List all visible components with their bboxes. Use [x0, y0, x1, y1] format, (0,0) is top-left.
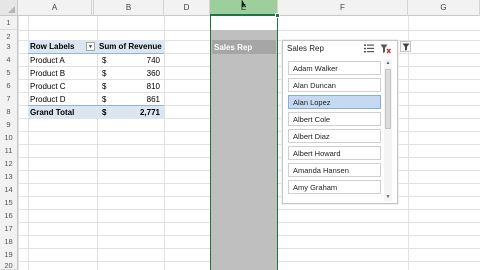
row-header-14[interactable]: 14: [0, 183, 18, 197]
row-header-16[interactable]: 16: [0, 209, 18, 223]
slicer-item[interactable]: Alan Duncan: [288, 78, 381, 92]
column-header-a[interactable]: A: [18, 0, 92, 16]
slicer-item[interactable]: Albert Howard: [288, 146, 381, 160]
row-header-11[interactable]: 11: [0, 144, 18, 158]
pivot-value[interactable]: 810: [112, 79, 160, 93]
pivot-sum-revenue-header[interactable]: Sum of Revenue: [97, 40, 164, 54]
row-header-1[interactable]: 1: [0, 16, 18, 30]
multi-select-icon[interactable]: [363, 43, 374, 54]
filter-glyph: [402, 43, 409, 50]
pivot-value[interactable]: 740: [112, 53, 160, 67]
pivot-value[interactable]: 861: [112, 92, 160, 106]
clear-filter-glyph: [380, 44, 391, 53]
gridline: [18, 16, 19, 270]
pivot-row-label[interactable]: Product C: [30, 79, 96, 93]
scroll-up-arrow-icon[interactable]: ▲: [384, 59, 392, 67]
slicer-item[interactable]: Amanda Hansen: [288, 163, 381, 177]
dropdown-arrow-icon: ▼: [88, 43, 93, 50]
pivot-currency: $: [102, 68, 107, 78]
pivot-row-labels-text: Row Labels: [30, 42, 75, 51]
scroll-thumb[interactable]: [385, 69, 391, 129]
column-header-g[interactable]: G: [408, 0, 480, 16]
cell-e1-e2[interactable]: [210, 16, 278, 30]
row-header-6[interactable]: 6: [0, 79, 18, 93]
pivot-value[interactable]: 360: [112, 66, 160, 80]
row-header-13[interactable]: 13: [0, 170, 18, 184]
selected-column-e[interactable]: [210, 16, 278, 270]
pivot-row-label[interactable]: Product B: [30, 66, 96, 80]
pivot-row-label[interactable]: Product D: [30, 92, 96, 106]
gridline: [28, 16, 29, 270]
sales-rep-slicer[interactable]: Sales Rep Adam Walker Alan Duncan Alan L…: [282, 40, 398, 204]
pivot-grand-total-value-cell[interactable]: $ 2,771: [97, 105, 164, 119]
row-header-20[interactable]: 20: [0, 261, 18, 270]
column-header-f[interactable]: F: [278, 0, 408, 16]
filter-icon[interactable]: [400, 41, 411, 52]
fill-handle[interactable]: [275, 13, 280, 18]
row-header-17[interactable]: 17: [0, 222, 18, 236]
pivot-currency: $: [102, 94, 107, 104]
pivot-currency: $: [102, 55, 107, 65]
slicer-item[interactable]: Albert Diaz: [288, 129, 381, 143]
slicer-title: Sales Rep: [287, 44, 324, 53]
slicer-item[interactable]: Albert Cole: [288, 112, 381, 126]
row-header-18[interactable]: 18: [0, 235, 18, 249]
pivot-row-label[interactable]: Product A: [30, 53, 96, 67]
row-header-4[interactable]: 4: [0, 53, 18, 67]
cell-e3-sales-rep[interactable]: Sales Rep: [212, 40, 276, 54]
select-all-corner[interactable]: [0, 0, 18, 16]
mouse-cursor-icon: [241, 0, 247, 8]
slicer-scrollbar[interactable]: ▲ ▼: [384, 59, 392, 201]
row-header-8[interactable]: 8: [0, 105, 18, 119]
column-header-b[interactable]: B: [94, 0, 164, 16]
row-header-3[interactable]: 3: [0, 40, 18, 54]
clear-filter-icon[interactable]: [380, 43, 391, 54]
row-header-15[interactable]: 15: [0, 196, 18, 210]
slicer-item[interactable]: Amy Graham: [288, 180, 381, 194]
column-header-b-label: B: [125, 3, 132, 12]
row-header-12[interactable]: 12: [0, 157, 18, 171]
pivot-grand-total-label[interactable]: Grand Total: [28, 105, 97, 119]
multi-select-glyph: [363, 44, 374, 53]
row-labels-filter-dropdown[interactable]: ▼: [86, 42, 95, 51]
slicer-item[interactable]: Adam Walker: [288, 61, 381, 75]
row-header-5[interactable]: 5: [0, 66, 18, 80]
column-header-d-label: D: [183, 3, 190, 12]
pivot-currency: $: [102, 81, 107, 91]
row-header-10[interactable]: 10: [0, 131, 18, 145]
row-header-7[interactable]: 7: [0, 92, 18, 106]
gridline: [97, 16, 98, 270]
slicer-item-selected[interactable]: Alan Lopez: [288, 95, 381, 109]
row-header-9[interactable]: 9: [0, 118, 18, 132]
gridline: [408, 16, 409, 270]
select-all-triangle-icon: [8, 6, 15, 13]
scroll-down-arrow-icon[interactable]: ▼: [384, 193, 392, 201]
gridline: [164, 16, 165, 270]
column-header-d[interactable]: D: [164, 0, 210, 16]
pivot-total-value: 2,771: [139, 108, 160, 117]
pivot-total-currency: $: [102, 108, 107, 117]
